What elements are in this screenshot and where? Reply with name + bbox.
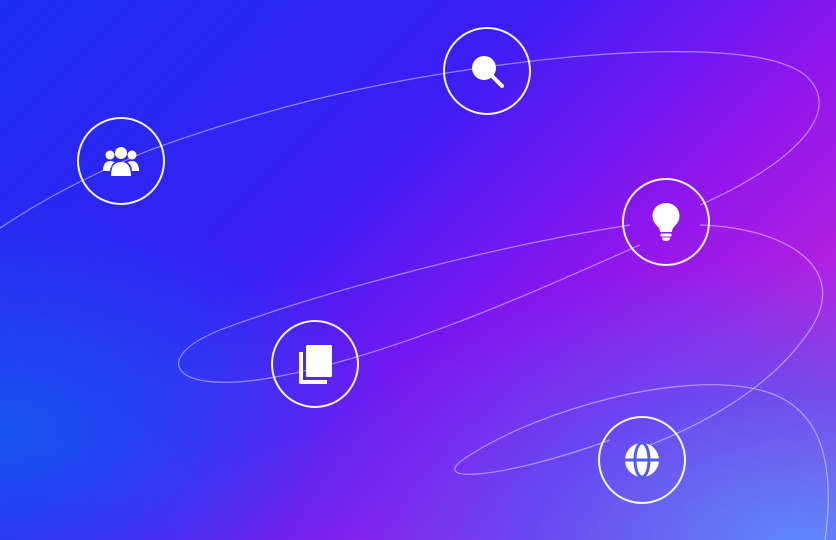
search-icon [472, 56, 504, 88]
people-group-badge[interactable] [77, 117, 165, 205]
globe-icon [625, 441, 659, 479]
documents-badge[interactable] [271, 320, 359, 408]
globe-badge[interactable] [598, 416, 686, 504]
lightbulb-badge[interactable] [622, 178, 710, 266]
people-group-icon [103, 147, 139, 176]
connecting-curves [0, 51, 829, 540]
documents-icon [299, 345, 332, 384]
hero-background [0, 0, 836, 540]
search-badge[interactable] [443, 27, 531, 115]
lightbulb-icon [652, 203, 680, 241]
